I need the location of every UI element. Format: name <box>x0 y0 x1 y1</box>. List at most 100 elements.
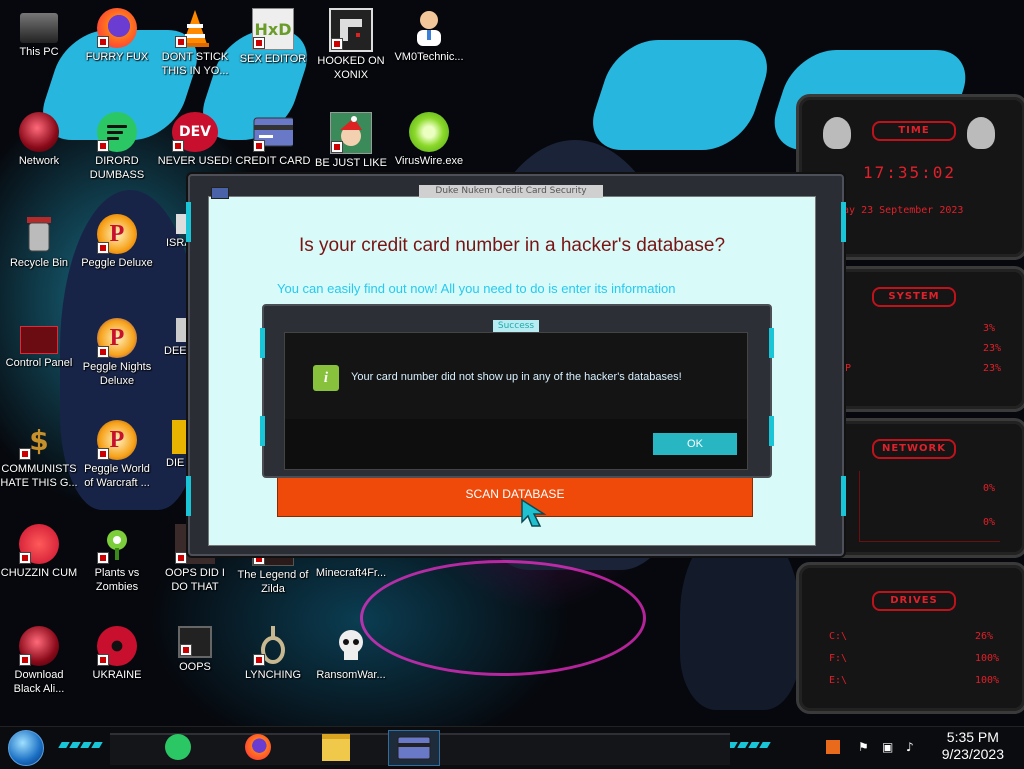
taskbar-app-firefox[interactable] <box>238 730 278 764</box>
start-button[interactable] <box>8 730 44 766</box>
desktop-icon-ukraine[interactable]: UKRAINE <box>78 626 156 682</box>
desktop-icon-oops[interactable]: OOPS <box>156 626 234 674</box>
monitor-icon <box>178 626 212 658</box>
desktop-icon-be-just-like[interactable]: BE JUST LIKE <box>312 112 390 170</box>
hxd-editor-icon: HxD <box>252 8 294 50</box>
taskbar-app-green-chat[interactable] <box>158 730 198 764</box>
desktop-icon-vm0technic[interactable]: VM0Technic... <box>390 8 468 64</box>
gadget-title: SYSTEM <box>872 287 956 307</box>
desktop-icon-label: This PC <box>19 46 59 58</box>
alien-head-icon <box>967 117 995 149</box>
system-value: 23% <box>983 343 1002 354</box>
desktop-icon-label: LYNCHING <box>244 669 302 681</box>
desktop-icon-label: OOPS DID I DO THAT <box>165 567 225 593</box>
desktop-icon-plants-vs-zombies[interactable]: Plants vs Zombies <box>78 524 156 594</box>
mouse-cursor-icon <box>521 498 547 527</box>
desktop-icon-label: Plants vs Zombies <box>94 567 140 593</box>
desktop-icon-furry-fux[interactable]: FURRY FUX <box>78 8 156 64</box>
doctor-avatar-icon <box>409 8 449 48</box>
desktop-icon-dont-stick[interactable]: DONT STICK THIS IN YO... <box>156 8 234 78</box>
clock-time: 5:35 PM <box>946 729 999 745</box>
green-chat-icon <box>97 112 137 152</box>
gadget-drives[interactable]: DRIVES C:\ 26% F:\ 100% E:\ 100% <box>796 562 1024 714</box>
flag-icon[interactable]: ⚑ <box>858 740 869 754</box>
network-status-icon[interactable]: ▣ <box>882 740 893 754</box>
desktop-icon-peggle-world[interactable]: P Peggle World of Warcraft ... <box>78 420 156 490</box>
desktop-icon-peggle-nights[interactable]: P Peggle Nights Deluxe <box>78 318 156 388</box>
desktop-icon-discord-dumbass[interactable]: DIRORD DUMBASS <box>78 112 156 182</box>
desktop-icon-label: FURRY FUX <box>85 51 149 63</box>
desktop-icon-peggle-deluxe[interactable]: P Peggle Deluxe <box>78 214 156 270</box>
desktop-icon-ransomware[interactable]: RansomWar... <box>312 626 390 682</box>
green-chat-icon <box>165 734 191 760</box>
success-dialog[interactable]: Success i Your card number did not show … <box>284 320 748 470</box>
desktop-icon-control-panel[interactable]: Control Panel <box>0 318 78 370</box>
window-subheading: You can easily find out now! All you nee… <box>277 281 676 296</box>
network-graph <box>859 471 1000 542</box>
desktop-icon-download-black[interactable]: Download Black Ali... <box>0 626 78 696</box>
alien-head-icon <box>823 117 851 149</box>
drive-value: 26% <box>975 631 994 642</box>
frame-accent <box>769 328 774 358</box>
desktop-icon-label: Peggle World of Warcraft ... <box>84 463 150 489</box>
drive-value: 100% <box>975 653 1000 664</box>
lime-icon <box>409 112 449 152</box>
skull-icon <box>331 626 371 666</box>
radiation-icon <box>97 626 137 666</box>
drive-value: 100% <box>975 675 1000 686</box>
window-title: Duke Nukem Credit Card Security <box>419 185 603 198</box>
wallpaper-brush-stroke <box>582 40 778 150</box>
system-clock[interactable]: 5:35 PM 9/23/2023 <box>942 729 1004 763</box>
desktop-icon-hooked-on-xonix[interactable]: HOOKED ON XONIX <box>312 8 390 82</box>
taskbar-app-credit-card[interactable] <box>388 730 440 766</box>
gadget-title: NETWORK <box>872 439 956 459</box>
peggle-icon: P <box>97 214 137 254</box>
ok-button[interactable]: OK <box>653 433 737 455</box>
taskbar: ⚑ ▣ ♪ 5:35 PM 9/23/2023 <box>0 726 1024 769</box>
clock-date: 9/23/2023 <box>941 746 1004 762</box>
desktop-icon-never-used[interactable]: DEV NEVER USED! <box>156 112 234 168</box>
desktop-icon-label: BE JUST LIKE <box>315 157 387 169</box>
desktop-icon-chuzzin-cum[interactable]: CHUZZIN CUM <box>0 524 78 580</box>
desktop-icon-network[interactable]: Network <box>0 112 78 168</box>
drive-label: E:\ <box>829 675 848 686</box>
language-icon[interactable] <box>826 740 840 757</box>
network-orb-icon <box>19 112 59 152</box>
frame-accent <box>769 416 774 446</box>
network-value: 0% <box>983 483 996 494</box>
desktop-icon-this-pc[interactable]: This PC <box>0 8 78 59</box>
gadget-title: DRIVES <box>872 591 956 611</box>
desktop-icon-credit-card[interactable]: CREDIT CARD <box>234 112 312 168</box>
frame-accent <box>841 476 846 516</box>
desktop-icon-label: Peggle Nights Deluxe <box>82 361 152 387</box>
vlc-cone-icon <box>175 8 215 48</box>
xonix-game-icon <box>329 8 373 52</box>
firefox-icon <box>97 8 137 48</box>
system-value: 23% <box>983 363 1002 374</box>
network-orb-icon <box>19 626 59 666</box>
file-explorer-icon <box>322 733 350 761</box>
system-value: 3% <box>983 323 996 334</box>
frame-accent <box>186 476 191 516</box>
gadget-title: TIME <box>872 121 956 141</box>
desktop-icon-lynching[interactable]: LYNCHING <box>234 626 312 682</box>
frame-accent <box>260 328 265 358</box>
desktop-icon-label: RansomWar... <box>316 669 386 681</box>
peggle-icon: P <box>97 318 137 358</box>
desktop-icon-recycle-bin[interactable]: Recycle Bin <box>0 214 78 270</box>
santa-elf-icon <box>330 112 372 154</box>
recycle-bin-icon <box>19 214 59 254</box>
taskbar-app-file-explorer[interactable] <box>316 730 356 764</box>
network-value: 0% <box>983 517 996 528</box>
desktop-icon-label: CHUZZIN CUM <box>0 567 78 579</box>
desktop-icon-label: SEX EDITOR <box>239 53 307 65</box>
chuzzle-icon <box>19 524 59 564</box>
volume-icon[interactable]: ♪ <box>906 740 914 754</box>
taskbar-accent <box>726 733 772 748</box>
desktop-icon-communists[interactable]: $ COMMUNISTS HATE THIS G... <box>0 420 78 490</box>
desktop-icon-label: Recycle Bin <box>9 257 69 269</box>
desktop-icon-label: COMMUNISTS HATE THIS G... <box>0 463 78 489</box>
desktop-icon-viruswire[interactable]: VirusWire.exe <box>390 112 468 168</box>
desktop-icon-sex-editor[interactable]: HxD SEX EDITOR <box>234 8 312 66</box>
credit-card-icon <box>253 112 293 152</box>
